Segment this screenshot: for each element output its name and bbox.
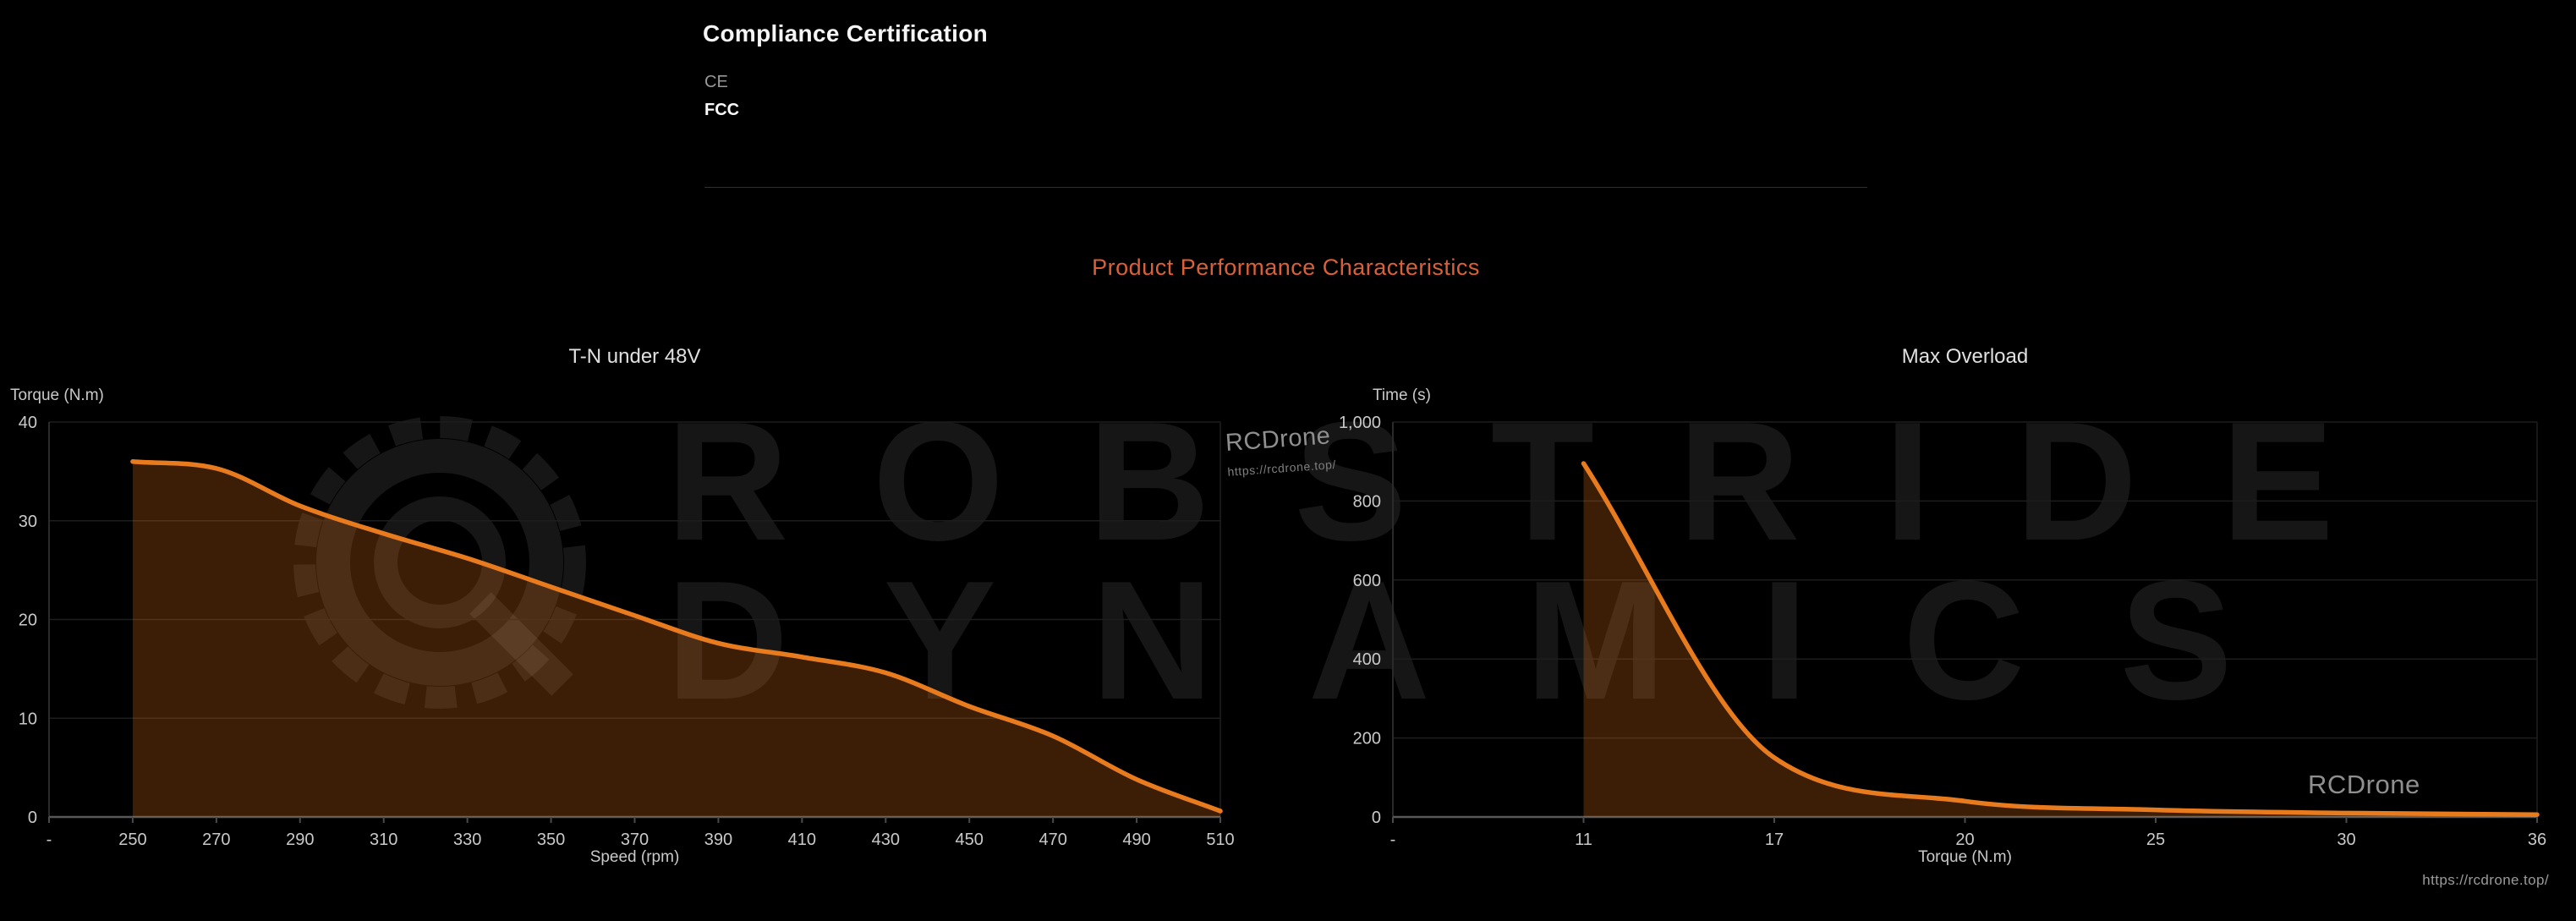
overload-chart-x-axis-label: Torque (N.m) — [1393, 848, 2537, 867]
x-tick-label: 20 — [1955, 831, 1974, 849]
y-tick-label: 40 — [19, 414, 37, 432]
area-fill — [1584, 463, 2538, 817]
x-tick-label: 30 — [2337, 831, 2355, 849]
x-tick-label: 310 — [370, 831, 397, 849]
tn-chart-y-axis-label: Torque (N.m) — [10, 386, 104, 405]
y-tick-label: 1,000 — [1339, 414, 1381, 432]
tn-chart-x-axis-label: Speed (rpm) — [49, 848, 1220, 867]
area-fill — [133, 462, 1220, 817]
x-tick-label: 350 — [537, 831, 565, 849]
x-tick-label: 17 — [1765, 831, 1784, 849]
site-watermark-center: RCDrone https://rcdrone.top/ — [1225, 422, 1336, 479]
y-tick-label: 600 — [1353, 572, 1381, 590]
overload-chart-y-axis-label: Time (s) — [1373, 386, 1431, 405]
y-tick-label: 0 — [1372, 809, 1381, 827]
x-tick-label: 290 — [286, 831, 314, 849]
x-tick-label: 410 — [788, 831, 816, 849]
x-tick-label: 250 — [118, 831, 146, 849]
x-tick-label: 370 — [621, 831, 649, 849]
overload-chart-title: Max Overload — [1393, 345, 2537, 369]
x-tick-label: - — [1390, 831, 1396, 849]
tn-chart-title: T-N under 48V — [49, 345, 1220, 369]
y-tick-label: 800 — [1353, 492, 1381, 511]
page: ROBSTRIDE DYNAMICS Compliance Certificat… — [0, 0, 2576, 921]
x-tick-label: 36 — [2528, 831, 2546, 849]
x-tick-label: 11 — [1575, 831, 1592, 849]
x-tick-label: 430 — [872, 831, 900, 849]
x-tick-label: 330 — [453, 831, 481, 849]
y-tick-label: 400 — [1353, 650, 1381, 669]
site-watermark-bottom: RCDrone — [2308, 770, 2420, 800]
x-tick-label: 270 — [202, 831, 230, 849]
x-tick-label: - — [47, 831, 52, 849]
y-tick-label: 20 — [19, 611, 37, 630]
x-tick-label: 510 — [1206, 831, 1234, 849]
x-tick-label: 25 — [2146, 831, 2165, 849]
x-tick-label: 490 — [1122, 831, 1150, 849]
y-tick-label: 10 — [19, 710, 37, 728]
x-tick-label: 450 — [956, 831, 984, 849]
y-tick-label: 200 — [1353, 730, 1381, 748]
x-tick-label: 470 — [1039, 831, 1066, 849]
y-tick-label: 0 — [28, 809, 37, 827]
footer-site-link[interactable]: https://rcdrone.top/ — [2422, 872, 2549, 889]
y-tick-label: 30 — [19, 513, 37, 531]
x-tick-label: 390 — [704, 831, 732, 849]
